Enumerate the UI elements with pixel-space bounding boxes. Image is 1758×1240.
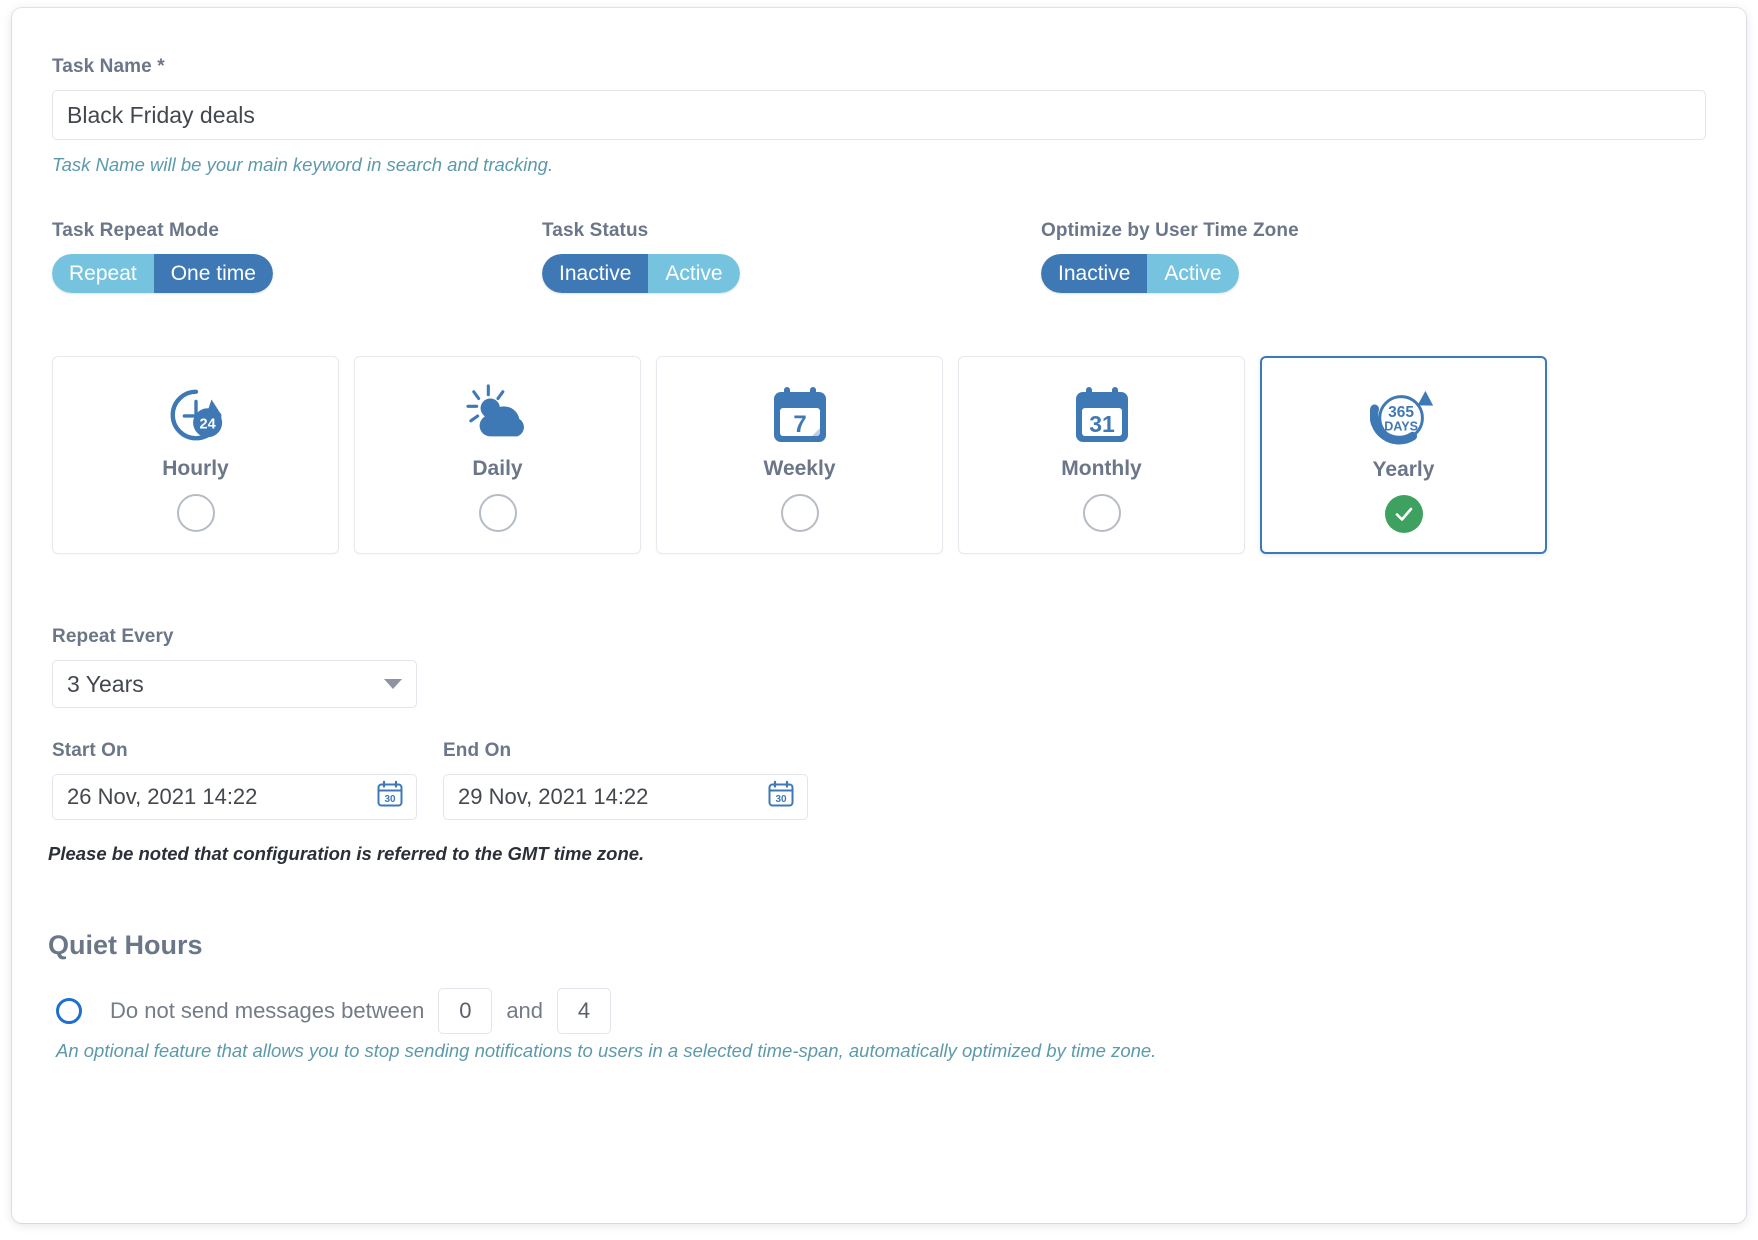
end-on-field: End On 29 Nov, 2021 14:22 30 — [443, 740, 808, 820]
quiet-hours-from-input[interactable] — [438, 988, 493, 1034]
quiet-hours-title: Quiet Hours — [48, 930, 203, 960]
frequency-card-hourly[interactable]: 24 Hourly — [52, 356, 339, 554]
end-on-value: 29 Nov, 2021 14:22 — [458, 784, 649, 809]
quiet-hours-row: Do not send messages between and — [56, 988, 625, 1034]
optimize-timezone-group: Optimize by User Time Zone Inactive Acti… — [1041, 220, 1299, 293]
frequency-card-yearly[interactable]: 365 DAYS Yearly — [1260, 356, 1547, 554]
frequency-radio[interactable] — [478, 494, 517, 532]
calendar-31-icon: 31 — [1072, 383, 1132, 447]
check-icon — [1395, 507, 1412, 521]
frequency-card-row: 24 Hourly Daily 7 Weekly 31 Monthly 365 … — [52, 356, 1730, 554]
frequency-radio[interactable] — [176, 494, 215, 532]
end-on-input[interactable]: 29 Nov, 2021 14:22 30 — [443, 774, 808, 820]
toggle-option-inactive[interactable]: Inactive — [542, 254, 649, 293]
page-root: Task Name * Task Name will be your main … — [0, 0, 1758, 1240]
task-name-label: Task Name * — [52, 56, 165, 77]
svg-text:24: 24 — [199, 417, 215, 433]
task-repeat-mode-group: Task Repeat Mode Repeat One time — [52, 220, 273, 293]
frequency-card-weekly[interactable]: 7 Weekly — [656, 356, 943, 554]
frequency-radio[interactable] — [780, 494, 819, 532]
svg-text:30: 30 — [775, 794, 787, 805]
gmt-note: Please be noted that configuration is re… — [48, 843, 645, 864]
svg-text:31: 31 — [1089, 411, 1115, 437]
repeat-every-label: Repeat Every — [52, 626, 174, 647]
task-name-hint: Task Name will be your main keyword in s… — [52, 154, 554, 175]
frequency-card-monthly[interactable]: 31 Monthly — [958, 356, 1245, 554]
optimize-timezone-label: Optimize by User Time Zone — [1041, 220, 1299, 241]
task-status-toggle[interactable]: Inactive Active — [542, 254, 740, 293]
task-repeat-mode-toggle[interactable]: Repeat One time — [52, 254, 273, 293]
quiet-hours-to-input[interactable] — [557, 988, 612, 1034]
svg-text:DAYS: DAYS — [1384, 420, 1418, 434]
svg-text:30: 30 — [384, 794, 396, 805]
toggle-option-active[interactable]: Active — [648, 254, 740, 293]
task-name-block: Task Name * Task Name will be your main … — [52, 56, 1706, 176]
start-on-value: 26 Nov, 2021 14:22 — [67, 784, 258, 809]
frequency-label: Daily — [472, 457, 523, 480]
date-range-row: Start On 26 Nov, 2021 14:22 30 End On 29… — [52, 740, 808, 820]
chevron-down-icon — [384, 679, 402, 689]
toggle-option-inactive[interactable]: Inactive — [1041, 254, 1148, 293]
quiet-hours-conjunction: and — [506, 998, 544, 1023]
task-repeat-mode-label: Task Repeat Mode — [52, 220, 220, 241]
frequency-radio-selected[interactable] — [1384, 495, 1423, 533]
start-on-input[interactable]: 26 Nov, 2021 14:22 30 — [52, 774, 417, 820]
sun-cloud-icon — [465, 383, 531, 447]
toggle-option-one-time[interactable]: One time — [153, 254, 273, 293]
frequency-label: Yearly — [1372, 458, 1435, 481]
task-settings-card: Task Name * Task Name will be your main … — [12, 8, 1746, 1223]
calendar-30-icon[interactable]: 30 — [767, 780, 795, 814]
task-name-input[interactable] — [52, 90, 1706, 140]
calendar-30-icon[interactable]: 30 — [376, 780, 404, 814]
frequency-label: Hourly — [162, 457, 229, 480]
frequency-label: Weekly — [763, 457, 836, 480]
svg-text:365: 365 — [1388, 404, 1414, 421]
repeat-every-block: Repeat Every 3 Years — [52, 626, 417, 708]
optimize-timezone-toggle[interactable]: Inactive Active — [1041, 254, 1239, 293]
svg-text:7: 7 — [793, 411, 806, 438]
frequency-label: Monthly — [1061, 457, 1142, 480]
quiet-hours-text: Do not send messages between — [110, 998, 425, 1023]
task-status-label: Task Status — [542, 220, 649, 241]
frequency-card-daily[interactable]: Daily — [354, 356, 641, 554]
start-on-label: Start On — [52, 740, 128, 761]
calendar-7-icon: 7 — [770, 383, 830, 447]
quiet-hours-radio[interactable] — [56, 998, 82, 1024]
start-on-field: Start On 26 Nov, 2021 14:22 30 — [52, 740, 417, 820]
task-status-group: Task Status Inactive Active — [542, 220, 740, 293]
repeat-every-select[interactable]: 3 Years — [52, 660, 417, 708]
frequency-radio[interactable] — [1082, 494, 1121, 532]
toggle-option-repeat[interactable]: Repeat — [52, 254, 154, 293]
toggle-option-active[interactable]: Active — [1147, 254, 1239, 293]
365-days-icon: 365 DAYS — [1369, 384, 1438, 448]
quiet-hours-hint: An optional feature that allows you to s… — [56, 1040, 1157, 1061]
clock-24-icon: 24 — [165, 383, 227, 447]
end-on-label: End On — [443, 740, 512, 761]
repeat-every-value: 3 Years — [67, 670, 144, 697]
